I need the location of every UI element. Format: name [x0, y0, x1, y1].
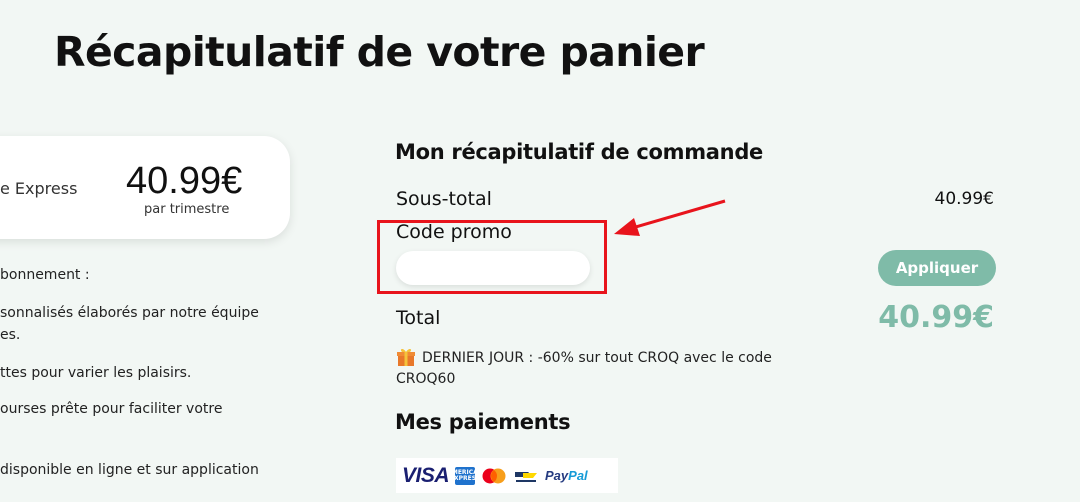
- visa-logo: VISA: [402, 463, 450, 487]
- payment-logos: VISA AMERICAN EXPRESS PayPal: [396, 458, 618, 493]
- bancontact-logo: [515, 471, 538, 482]
- plan-name: e Express: [0, 179, 78, 198]
- mastercard-logo: [482, 468, 506, 483]
- benefit-item: es.: [0, 327, 21, 343]
- plan-price: 40.99€: [126, 160, 243, 202]
- annotation-arrow-icon: [614, 199, 726, 236]
- benefit-item: disponible en ligne et sur application: [0, 462, 259, 478]
- benefit-item: sonnalisés élaborés par notre équipe: [0, 305, 259, 321]
- plan-card: e Express 40.99€ par trimestre: [0, 136, 290, 239]
- page-title: Récapitulatif de votre panier: [54, 28, 705, 76]
- subtotal-value: 40.99€: [934, 189, 994, 209]
- promo-banner: DERNIER JOUR : -60% sur tout CROQ avec l…: [396, 348, 802, 390]
- total-label: Total: [396, 307, 441, 329]
- benefit-item: ttes pour varier les plaisirs.: [0, 365, 192, 381]
- benefit-item: ourses prête pour faciliter votre: [0, 401, 223, 417]
- total-value: 40.99€: [878, 300, 994, 335]
- payments-title: Mes paiements: [395, 410, 571, 434]
- apply-promo-button[interactable]: Appliquer: [878, 250, 996, 286]
- order-summary-title: Mon récapitulatif de commande: [395, 140, 763, 164]
- paypal-logo: PayPal: [545, 468, 588, 483]
- benefits-intro: bonnement :: [0, 267, 90, 283]
- plan-period: par trimestre: [144, 202, 230, 217]
- promo-banner-text: DERNIER JOUR : -60% sur tout CROQ avec l…: [422, 350, 772, 366]
- paypal-logo-pay: Pay: [545, 468, 569, 483]
- gift-icon: [397, 348, 415, 366]
- annotation-highlight-box: [377, 220, 607, 294]
- subtotal-label: Sous-total: [396, 188, 492, 210]
- paypal-logo-pal: Pal: [568, 468, 588, 483]
- promo-banner-code: CROQ60: [396, 371, 456, 387]
- amex-logo: AMERICAN EXPRESS: [447, 466, 483, 485]
